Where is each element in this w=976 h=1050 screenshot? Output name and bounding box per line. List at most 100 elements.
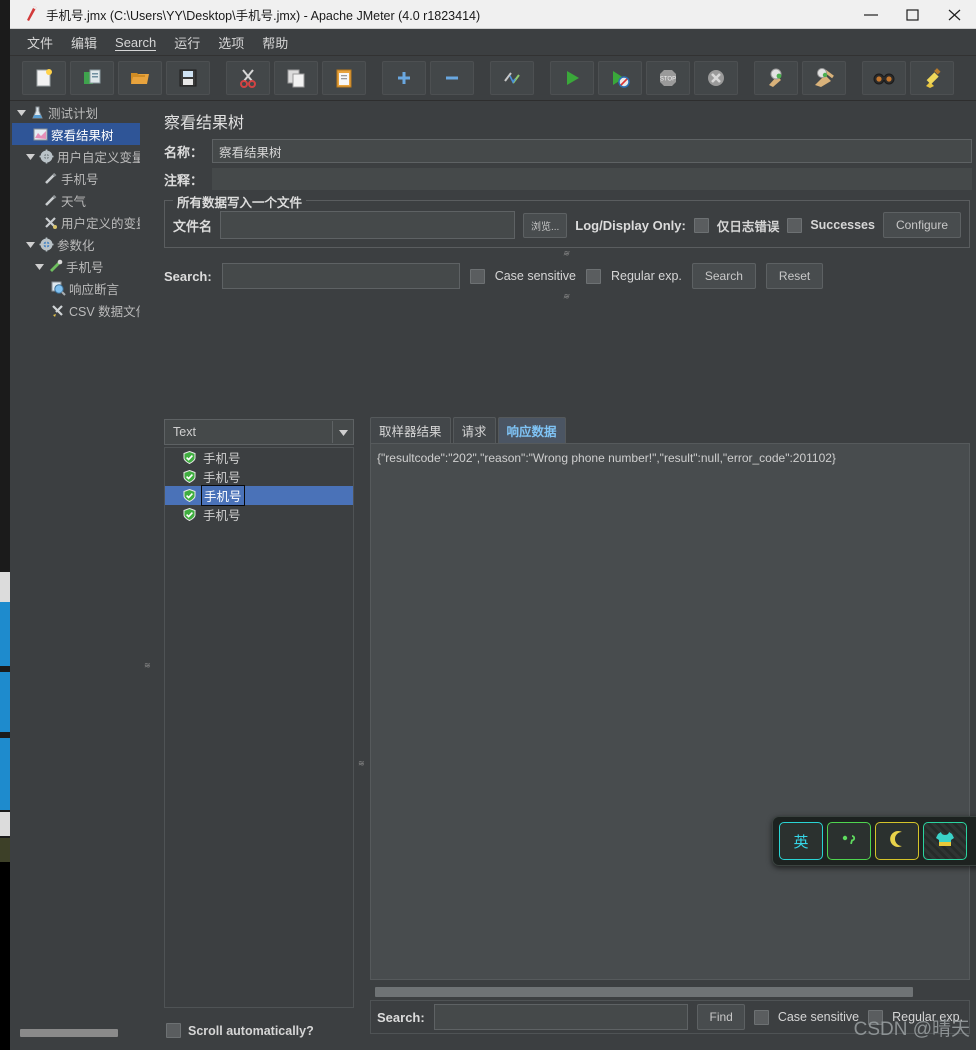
reset-button[interactable]: Reset — [765, 263, 824, 289]
tab-response-data[interactable]: 响应数据 — [497, 417, 566, 443]
shutdown-button[interactable] — [694, 61, 738, 95]
ime-language-mode-key[interactable]: 英 — [779, 822, 823, 860]
results-list[interactable]: 手机号 手机号 手机号 手机号 — [164, 447, 354, 1008]
browse-button[interactable]: 浏览... — [522, 212, 568, 238]
tree-horizontal-scrollbar[interactable] — [14, 1028, 140, 1038]
renderer-combo[interactable]: Text — [164, 419, 354, 445]
search-submit-button[interactable]: Search — [691, 263, 756, 289]
svg-text:STOP: STOP — [660, 77, 676, 83]
tree-node-variable-phone[interactable]: 手机号 — [12, 167, 140, 189]
response-horizontal-scrollbar[interactable] — [370, 985, 970, 998]
splitter-grip-icon: ≋ — [562, 249, 570, 258]
save-button[interactable] — [166, 61, 210, 95]
minimize-button[interactable] — [850, 0, 892, 28]
templates-button[interactable] — [70, 61, 114, 95]
clear-button[interactable] — [754, 61, 798, 95]
csv-dataset-icon — [50, 302, 66, 318]
find-case-sensitive-label: Case sensitive — [777, 1010, 860, 1024]
chevron-down-icon[interactable] — [16, 107, 27, 118]
page-title: 察看结果树 — [164, 115, 245, 132]
successes-checkbox[interactable] — [787, 217, 803, 233]
configure-button[interactable]: Configure — [882, 212, 961, 238]
reset-search-button[interactable] — [910, 61, 954, 95]
ime-moon-key[interactable] — [875, 822, 919, 860]
splitter-grip-icon: ≋ — [562, 292, 570, 301]
menu-run[interactable]: 运行 — [165, 30, 209, 55]
config-gear-icon — [38, 148, 54, 164]
success-shield-icon — [183, 469, 196, 484]
collapse-button[interactable] — [430, 61, 474, 95]
cut-button[interactable] — [226, 61, 270, 95]
chevron-down-icon[interactable] — [25, 239, 36, 250]
name-input[interactable]: 察看结果树 — [212, 139, 972, 163]
list-item[interactable]: 手机号 — [165, 485, 353, 506]
tab-request[interactable]: 请求 — [452, 417, 496, 443]
chevron-down-icon[interactable] — [332, 421, 353, 443]
ime-punctuation-key[interactable] — [827, 822, 871, 860]
variable-icon — [42, 170, 58, 186]
new-button[interactable] — [22, 61, 66, 95]
search-input[interactable] — [221, 263, 460, 289]
start-no-pauses-button[interactable] — [598, 61, 642, 95]
list-item[interactable]: 手机号 — [165, 467, 353, 486]
ime-skin-key[interactable] — [923, 822, 967, 860]
filename-input[interactable] — [220, 211, 515, 239]
case-sensitive-checkbox[interactable] — [469, 268, 485, 284]
menu-edit[interactable]: 编辑 — [62, 30, 106, 55]
regular-exp-checkbox[interactable] — [586, 268, 601, 284]
tree-label: 测试计划 — [48, 106, 99, 121]
menu-search[interactable]: Search — [106, 32, 165, 53]
tree-node-variable-weather[interactable]: 天气 — [12, 189, 140, 211]
ime-toolbar[interactable]: 英 — [772, 816, 976, 866]
errors-only-checkbox[interactable] — [693, 217, 709, 233]
chevron-down-icon[interactable] — [25, 151, 36, 162]
tree-node-view-results-tree[interactable]: 察看结果树 — [12, 123, 140, 145]
menu-help[interactable]: 帮助 — [253, 30, 297, 55]
result-detail-pane: 取样器结果 请求 响应数据 {"resultcode":"202","reaso… — [370, 417, 970, 1042]
close-button[interactable] — [934, 0, 976, 28]
paste-button[interactable] — [322, 61, 366, 95]
tree-node-csv-data-set[interactable]: CSV 数据文件 — [12, 299, 140, 321]
tree-node-user-defined-variables[interactable]: 用户自定义变量 — [12, 145, 140, 167]
list-item[interactable]: 手机号 — [165, 448, 353, 467]
success-shield-icon — [183, 450, 196, 465]
tab-sampler-result[interactable]: 取样器结果 — [370, 417, 451, 443]
scroll-automatically-label: Scroll automatically? — [188, 1023, 314, 1038]
tree-panel-splitter[interactable]: ≋ — [142, 101, 154, 1040]
regular-exp-label: Regular exp. — [611, 269, 682, 283]
upper-splitter[interactable]: ≋ — [156, 248, 976, 258]
find-case-sensitive-checkbox[interactable] — [753, 1009, 769, 1025]
response-data-box[interactable]: {"resultcode":"202","reason":"Wrong phon… — [370, 443, 970, 980]
csdn-watermark: CSDN @晴天 — [853, 1019, 970, 1040]
start-button[interactable] — [550, 61, 594, 95]
search-button[interactable] — [862, 61, 906, 95]
case-sensitive-label: Case sensitive — [494, 269, 576, 283]
tree-node-parameterization[interactable]: 参数化 — [12, 233, 140, 255]
tree-node-response-assertion[interactable]: 响应断言 — [12, 277, 140, 299]
list-item[interactable]: 手机号 — [165, 505, 353, 524]
copy-button[interactable] — [274, 61, 318, 95]
results-splitter[interactable]: ≋ — [356, 419, 368, 1042]
test-plan-tree[interactable]: 测试计划 察看结果树 用户自定义变量 手机号 天气 用户定义的变量 参数化 手机… — [12, 101, 140, 1040]
stop-button[interactable]: STOP — [646, 61, 690, 95]
tree-node-sampler-phone[interactable]: 手机号 — [12, 255, 140, 277]
scroll-automatically-checkbox[interactable] — [166, 1023, 181, 1038]
maximize-button[interactable] — [892, 0, 934, 28]
tree-node-user-variables[interactable]: 用户定义的变量 — [12, 211, 140, 233]
lower-splitter[interactable]: ≋ — [156, 291, 976, 301]
tree-label: 手机号 — [61, 172, 99, 187]
app-root: 手机号.jmx (C:\Users\YY\Desktop\手机号.jmx) - … — [0, 0, 976, 1050]
menu-file[interactable]: 文件 — [18, 30, 62, 55]
find-input[interactable] — [433, 1004, 689, 1030]
tree-label: 手机号 — [66, 260, 104, 275]
expand-button[interactable] — [382, 61, 426, 95]
toggle-button[interactable] — [490, 61, 534, 95]
find-button[interactable]: Find — [697, 1004, 745, 1030]
chevron-down-icon[interactable] — [34, 261, 45, 272]
tree-node-test-plan[interactable]: 测试计划 — [12, 101, 140, 123]
comment-input[interactable] — [212, 168, 972, 190]
clear-all-button[interactable] — [802, 61, 846, 95]
tree-label: 天气 — [61, 194, 87, 209]
open-button[interactable] — [118, 61, 162, 95]
menu-options[interactable]: 选项 — [209, 30, 253, 55]
